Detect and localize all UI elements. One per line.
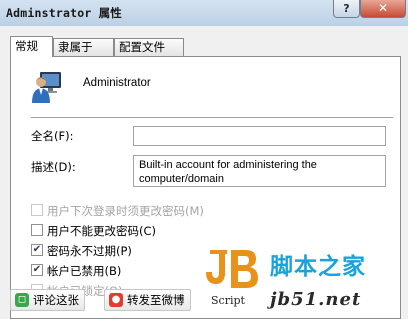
title-bar: Adminstrator 属性 ? ✕	[0, 0, 408, 26]
forward-label: 转发至微博	[127, 293, 185, 307]
comment-icon: ◻	[15, 293, 29, 307]
comment-button[interactable]: ◻ 评论这张	[10, 289, 85, 311]
description-line: Built-in account for administering the	[139, 159, 317, 171]
checkbox-label: 密码永不过期(P)	[47, 244, 132, 258]
tab-general[interactable]: 常规	[10, 36, 53, 57]
username: Administrator	[83, 77, 151, 89]
fullname-field[interactable]	[133, 126, 386, 146]
comment-label: 评论这张	[33, 293, 79, 307]
site-url: jb51.net	[270, 289, 362, 310]
checkbox-box[interactable]	[31, 224, 43, 236]
script-text: Script	[211, 294, 245, 307]
forward-weibo-button[interactable]: ● 转发至微博	[104, 289, 191, 311]
weibo-icon: ●	[109, 293, 123, 307]
site-name: 脚本之家	[270, 254, 366, 280]
checkmark-icon[interactable]: ✔	[31, 264, 43, 276]
site-watermark: Script 脚本之家 jb51.net	[206, 244, 408, 319]
window-title: Adminstrator 属性	[6, 6, 123, 20]
checkbox-label: 帐户已禁用(B)	[47, 264, 122, 278]
checkmark-icon[interactable]: ✔	[31, 244, 43, 256]
fullname-label: 全名(F):	[31, 129, 74, 143]
tab-profile[interactable]: 配置文件	[114, 38, 184, 56]
checkbox-label: 用户下次登录时须更改密码(M)	[47, 204, 204, 218]
checkbox-label: 用户不能更改密码(C)	[47, 224, 157, 238]
divider	[31, 117, 393, 118]
close-button[interactable]: ✕	[360, 0, 406, 18]
user-monitor-icon	[32, 72, 61, 103]
help-button[interactable]: ?	[333, 0, 360, 18]
description-field[interactable]: Built-in account for administering the c…	[133, 155, 386, 187]
tab-member-of[interactable]: 隶属于	[53, 38, 114, 56]
jb-logo-icon	[206, 250, 258, 288]
checkbox-box	[31, 204, 43, 216]
description-label: 描述(D):	[31, 160, 76, 174]
description-line: computer/domain	[139, 173, 224, 185]
